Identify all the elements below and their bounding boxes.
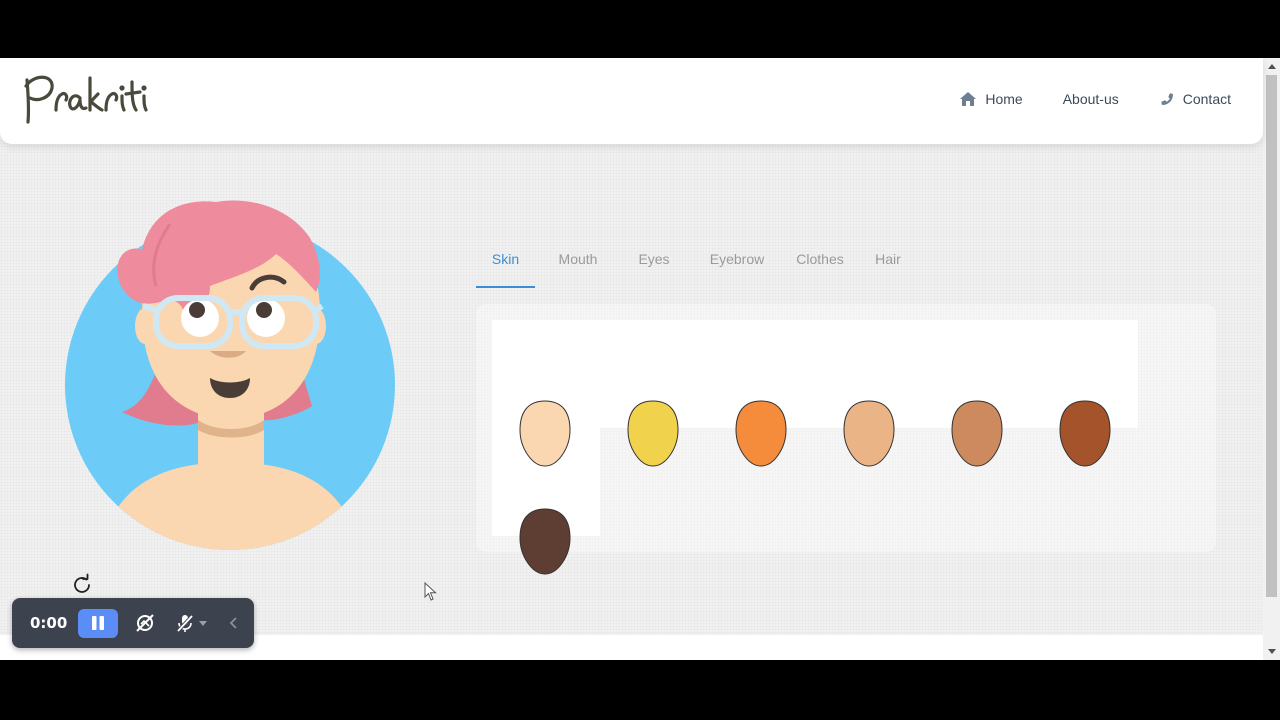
vertical-scrollbar[interactable]: [1263, 58, 1280, 660]
collapse-toolbar-button[interactable]: [229, 617, 237, 629]
nav-home-link[interactable]: Home: [959, 91, 1023, 107]
tab-hair[interactable]: Hair: [853, 246, 923, 288]
tab-eyebrow[interactable]: Eyebrow: [687, 246, 787, 288]
microphone-off-icon: [176, 614, 194, 633]
page: Home About-us Contact Skin Mouth Eyes Ey…: [0, 58, 1263, 660]
phone-icon: [1161, 93, 1173, 105]
home-icon: [960, 92, 977, 106]
brand-logo[interactable]: [22, 70, 154, 131]
tab-mouth[interactable]: Mouth: [535, 246, 621, 288]
skin-tone-yellow[interactable]: [626, 400, 680, 468]
screen-recorder-toolbar: 0:00: [12, 598, 254, 648]
browser-viewport: Home About-us Contact Skin Mouth Eyes Ey…: [0, 58, 1280, 660]
refresh-icon: [74, 573, 90, 593]
tab-skin[interactable]: Skin: [476, 246, 535, 288]
avatar-preview: [60, 194, 400, 559]
nav-links: Home About-us Contact: [919, 91, 1231, 107]
pause-recording-button[interactable]: [78, 608, 118, 638]
chevron-down-icon: [199, 620, 207, 626]
scroll-down-arrow-icon[interactable]: [1263, 643, 1280, 660]
nav-contact-label: Contact: [1182, 91, 1231, 107]
skin-tone-tan[interactable]: [842, 400, 896, 468]
options-grid: [492, 320, 1138, 428]
scroll-up-arrow-icon[interactable]: [1263, 58, 1280, 75]
feature-tabs: Skin Mouth Eyes Eyebrow Clothes Hair: [476, 246, 923, 288]
tab-eyes[interactable]: Eyes: [621, 246, 687, 288]
pause-icon: [92, 616, 104, 630]
prakriti-logo-icon: [24, 75, 148, 124]
microphone-off-button[interactable]: [175, 613, 195, 633]
skin-tone-light-peach[interactable]: [518, 400, 572, 468]
navbar: Home About-us Contact: [0, 58, 1263, 144]
skin-tone-caramel[interactable]: [950, 400, 1004, 468]
recording-timer: 0:00: [30, 614, 68, 632]
avatar-image: [65, 200, 395, 550]
nav-about-label: About-us: [1062, 91, 1119, 107]
camera-off-icon: [136, 614, 154, 632]
nav-about-link[interactable]: About-us: [1063, 91, 1119, 107]
chevron-left-icon: [229, 617, 237, 629]
skin-tone-dark-brown[interactable]: [518, 508, 572, 576]
nav-contact-link[interactable]: Contact: [1159, 91, 1231, 107]
microphone-options-dropdown[interactable]: [199, 620, 207, 626]
scrollbar-thumb[interactable]: [1266, 75, 1277, 597]
skin-tone-brown[interactable]: [1058, 400, 1112, 468]
skin-tone-orange[interactable]: [734, 400, 788, 468]
tab-clothes[interactable]: Clothes: [787, 246, 853, 288]
nav-home-label: Home: [985, 91, 1023, 107]
mouse-cursor-icon: [424, 581, 438, 607]
camera-off-button[interactable]: [135, 613, 155, 633]
